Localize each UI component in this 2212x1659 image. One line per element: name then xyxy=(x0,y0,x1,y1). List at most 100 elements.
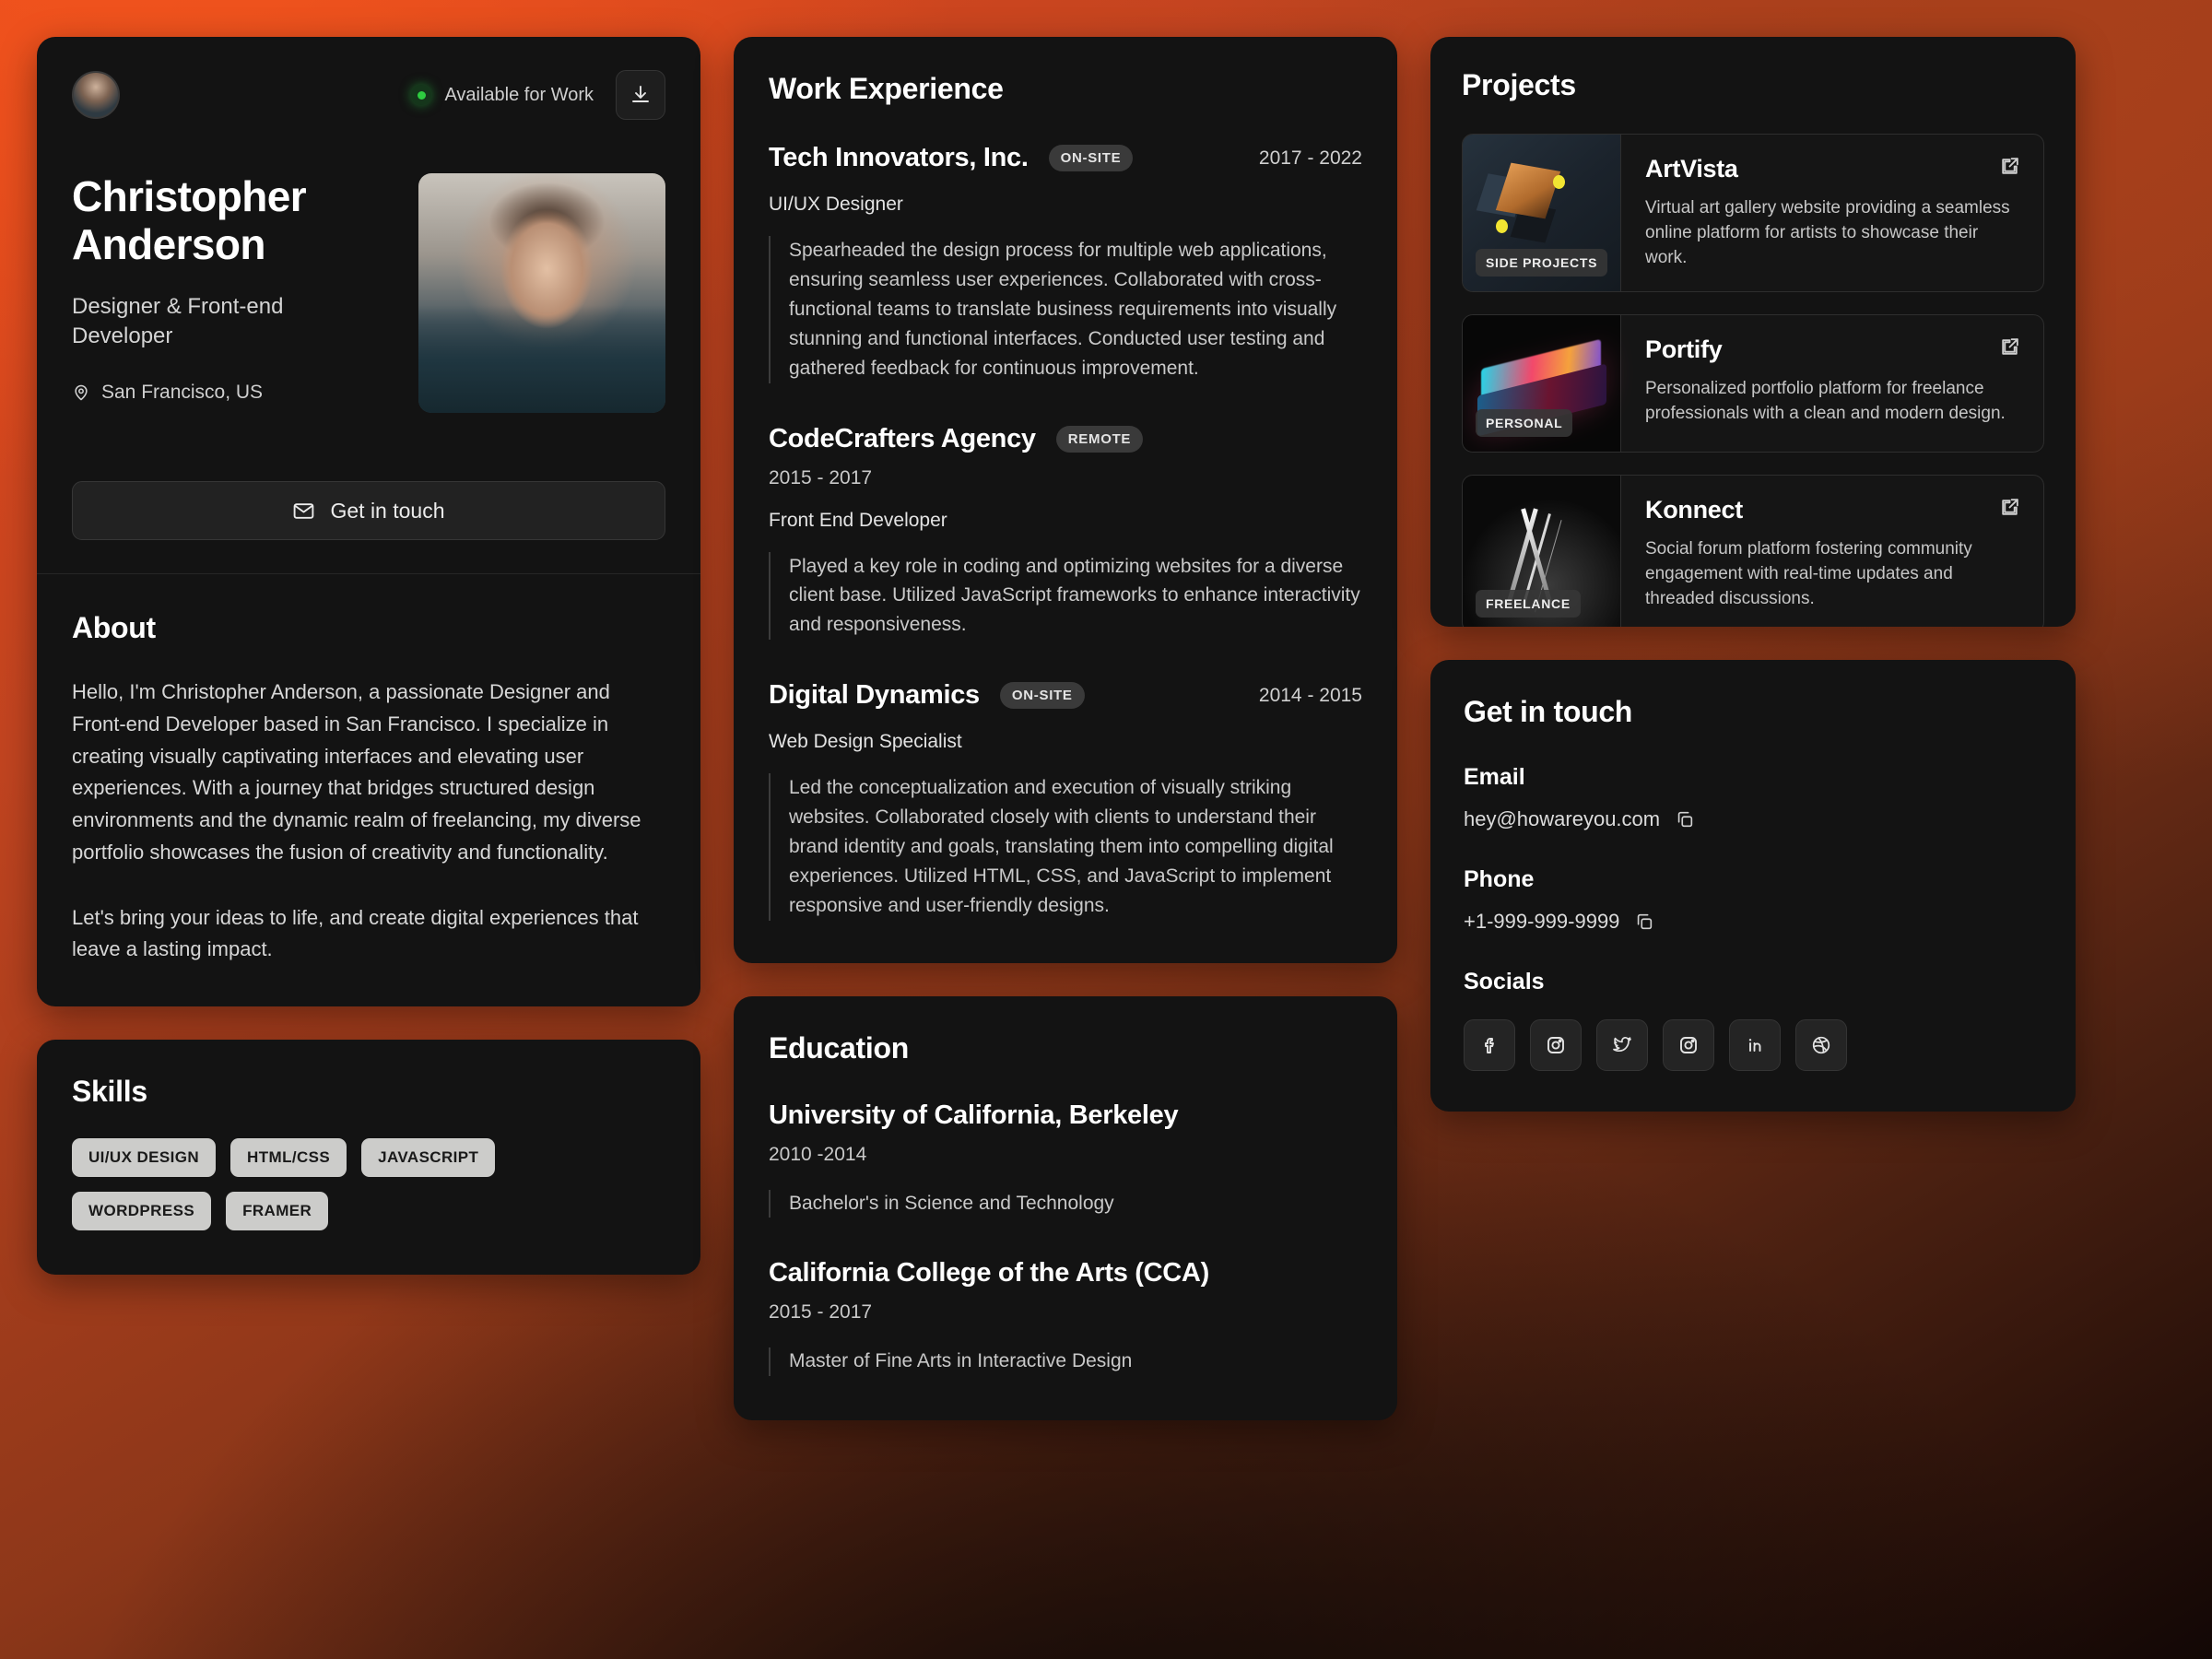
socials-label: Socials xyxy=(1464,969,1545,994)
project-header: Portify xyxy=(1645,335,2021,364)
skill-chip[interactable]: FRAMER xyxy=(226,1192,329,1230)
job-company: Digital Dynamics xyxy=(769,680,980,711)
education-years: 2015 - 2017 xyxy=(769,1301,873,1324)
twitter-icon xyxy=(1611,1034,1633,1056)
project-badge: FREELANCE xyxy=(1476,589,1581,618)
about-paragraph: Hello, I'm Christopher Anderson, a passi… xyxy=(72,680,641,864)
social-link-instagram[interactable] xyxy=(1530,1019,1582,1071)
education-degree: Bachelor's in Science and Technology xyxy=(769,1189,1362,1218)
email-label: Email xyxy=(1464,764,1525,790)
social-link-linkedin[interactable] xyxy=(1729,1019,1781,1071)
social-link-twitter[interactable] xyxy=(1596,1019,1648,1071)
projects-card: Projects SIDE PROJECTS ArtVista Virtual … xyxy=(1430,37,2076,627)
job-header: CodeCrafters Agency REMOTE xyxy=(769,424,1362,454)
job-description: Played a key role in coding and optimizi… xyxy=(769,551,1362,641)
status-dot-icon xyxy=(411,85,432,105)
phone-value: +1-999-999-9999 xyxy=(1464,910,1620,933)
download-resume-button[interactable] xyxy=(616,70,665,120)
page-title: Christopher Anderson xyxy=(72,172,307,268)
project-badge: PERSONAL xyxy=(1476,408,1573,437)
job-years: 2014 - 2015 xyxy=(1258,684,1362,706)
skill-chip[interactable]: HTML/CSS xyxy=(230,1138,347,1177)
socials-block: Socials xyxy=(1464,969,2042,1071)
job-entry: Tech Innovators, Inc. ON-SITE 2017 - 202… xyxy=(769,143,1362,383)
location-label: San Francisco, US xyxy=(101,381,264,403)
job-tag: REMOTE xyxy=(1055,425,1144,453)
social-link-facebook[interactable] xyxy=(1464,1019,1515,1071)
profile-top: Available for Work Christopher Anderson … xyxy=(37,37,700,444)
availability-label: Available for Work xyxy=(444,84,594,105)
skill-chip[interactable]: UI/UX DESIGN xyxy=(72,1138,217,1177)
phone-label: Phone xyxy=(1464,866,1535,892)
identity-text: Christopher Anderson Designer & Front-en… xyxy=(72,172,400,404)
get-in-touch-label: Get in touch xyxy=(330,498,445,523)
left-column: Available for Work Christopher Anderson … xyxy=(37,37,700,1275)
copy-email-button[interactable] xyxy=(1675,809,1695,830)
dribbble-icon xyxy=(1810,1034,1832,1056)
external-link-icon[interactable] xyxy=(1998,335,2021,359)
linkedin-icon xyxy=(1744,1034,1766,1056)
identity-row: Christopher Anderson Designer & Front-en… xyxy=(72,172,665,413)
skills-title: Skills xyxy=(72,1075,147,1108)
email-value: hey@howareyou.com xyxy=(1464,807,1661,830)
education-years: 2010 -2014 xyxy=(769,1143,867,1165)
copy-icon xyxy=(1634,912,1654,932)
avatar xyxy=(72,71,120,119)
project-body: ArtVista Virtual art gallery website pro… xyxy=(1621,135,2043,291)
job-role: UI/UX Designer xyxy=(769,194,903,215)
project-item[interactable]: SIDE PROJECTS ArtVista Virtual art galle… xyxy=(1462,134,2044,292)
job-company: Tech Innovators, Inc. xyxy=(769,143,1029,172)
education-card: Education University of California, Berk… xyxy=(734,995,1397,1420)
job-tag: ON-SITE xyxy=(999,682,1085,710)
work-experience-title: Work Experience xyxy=(769,72,1004,105)
project-header: ArtVista xyxy=(1645,155,2021,183)
project-item[interactable]: PERSONAL Portify Personalized portfolio … xyxy=(1462,313,2044,453)
education-degree: Master of Fine Arts in Interactive Desig… xyxy=(769,1347,1362,1376)
external-link-icon[interactable] xyxy=(1998,155,2021,178)
external-link-icon[interactable] xyxy=(1998,496,2021,519)
education-school: University of California, Berkeley xyxy=(769,1100,1179,1130)
phone-value-row: +1-999-999-9999 xyxy=(1464,910,2042,934)
projects-list: SIDE PROJECTS ArtVista Virtual art galle… xyxy=(1462,134,2044,627)
project-description: Social forum platform fostering communit… xyxy=(1645,538,1972,608)
right-column: Projects SIDE PROJECTS ArtVista Virtual … xyxy=(1430,37,2076,1112)
project-item[interactable]: FREELANCE Konnect Social forum platform … xyxy=(1462,474,2044,627)
education-title: Education xyxy=(769,1030,909,1065)
job-company: CodeCrafters Agency xyxy=(769,423,1036,453)
contact-card: Get in touch Email hey@howareyou.com Pho… xyxy=(1430,660,2076,1112)
job-entry: CodeCrafters Agency REMOTE 2015 - 2017 F… xyxy=(769,424,1362,641)
about-section: About Hello, I'm Christopher Anderson, a… xyxy=(37,574,700,1006)
project-name: Portify xyxy=(1645,335,1723,363)
social-link-instagram-alt[interactable] xyxy=(1663,1019,1714,1071)
skills-card: Skills UI/UX DESIGN HTML/CSS JAVASCRIPT … xyxy=(37,1040,700,1275)
facebook-icon xyxy=(1478,1034,1500,1056)
job-entry: Digital Dynamics ON-SITE 2014 - 2015 Web… xyxy=(769,680,1362,921)
job-description: Led the conceptualization and execution … xyxy=(769,773,1362,921)
contact-title: Get in touch xyxy=(1464,695,1633,728)
skill-chip[interactable]: WORDPRESS xyxy=(72,1192,212,1230)
status-badge: Available for Work xyxy=(411,85,594,106)
copy-icon xyxy=(1675,809,1695,830)
map-pin-icon xyxy=(72,383,90,402)
skills-chip-list: UI/UX DESIGN HTML/CSS JAVASCRIPT WORDPRE… xyxy=(72,1138,588,1230)
middle-column: Work Experience Tech Innovators, Inc. ON… xyxy=(734,37,1397,1420)
skill-chip[interactable]: JAVASCRIPT xyxy=(361,1138,496,1177)
job-years: 2015 - 2017 xyxy=(769,466,873,488)
phone-block: Phone +1-999-999-9999 xyxy=(1464,866,2042,934)
copy-phone-button[interactable] xyxy=(1634,912,1654,932)
socials-list xyxy=(1464,1019,2042,1071)
profile-portrait xyxy=(418,173,665,413)
job-tag: ON-SITE xyxy=(1048,145,1134,171)
education-school: California College of the Arts (CCA) xyxy=(769,1258,1209,1288)
project-description: Personalized portfolio platform for free… xyxy=(1645,378,2006,423)
get-in-touch-button[interactable]: Get in touch xyxy=(72,481,665,540)
job-header: Tech Innovators, Inc. ON-SITE 2017 - 202… xyxy=(769,143,1362,173)
social-link-dribbble[interactable] xyxy=(1795,1019,1847,1071)
project-name: Konnect xyxy=(1645,495,1743,524)
profile-location: San Francisco, US xyxy=(72,382,400,404)
job-role: Front End Developer xyxy=(769,509,947,531)
profile-header-right: Available for Work xyxy=(411,70,665,120)
education-entry: California College of the Arts (CCA) 201… xyxy=(769,1258,1362,1376)
portfolio-page: Available for Work Christopher Anderson … xyxy=(37,37,2175,1622)
profile-role: Designer & Front-end Developer xyxy=(72,294,284,349)
